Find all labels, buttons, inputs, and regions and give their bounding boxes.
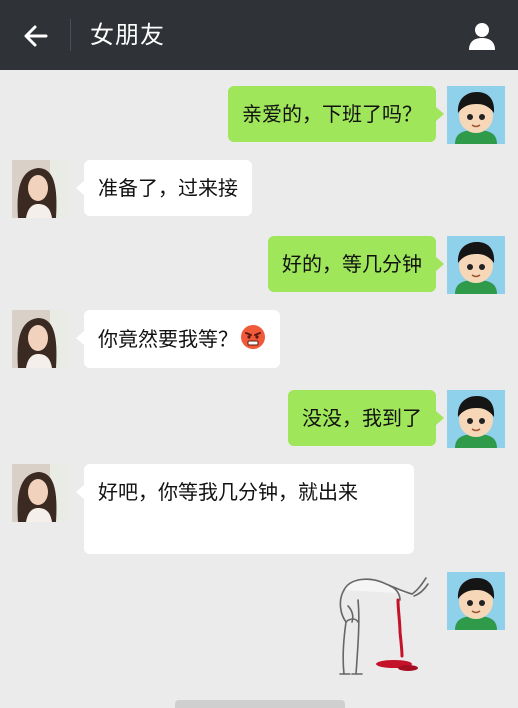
avatar-me[interactable] — [447, 86, 505, 144]
person-icon — [469, 23, 495, 50]
message-text: 亲爱的，下班了吗？ — [242, 102, 422, 126]
scroll-indicator[interactable] — [175, 700, 345, 708]
avatar-me[interactable] — [447, 236, 505, 294]
message-text: 好的，等几分钟 — [282, 252, 422, 276]
avatar-me[interactable] — [447, 390, 505, 448]
message-bubble-outgoing[interactable]: 没没，我到了 — [288, 390, 444, 446]
boy-avatar-icon — [447, 236, 505, 294]
message-bubble-incoming[interactable]: 好吧，你等我几分钟，就出来 — [76, 464, 414, 554]
boy-avatar-icon — [447, 86, 505, 144]
avatar-her[interactable] — [12, 310, 70, 368]
message-bubble-outgoing[interactable]: 好的，等几分钟 — [268, 236, 444, 292]
girl-photo-avatar — [12, 464, 70, 522]
message-text: 没没，我到了 — [302, 406, 422, 430]
avatar-me[interactable] — [447, 572, 505, 630]
avatar-her[interactable] — [12, 464, 70, 522]
arrow-left-icon — [24, 25, 48, 47]
boy-avatar-icon — [447, 572, 505, 630]
girl-photo-avatar — [12, 160, 70, 218]
girl-photo-avatar — [12, 310, 70, 368]
boy-avatar-icon — [447, 390, 505, 448]
message-text: 准备了，过来接 — [98, 176, 238, 200]
chat-header: 女朋友 — [0, 0, 518, 70]
chat-title: 女朋友 — [90, 21, 165, 49]
message-bubble-outgoing[interactable]: 亲爱的，下班了吗？ — [228, 86, 444, 142]
vomiting-blood-sticker[interactable] — [330, 570, 430, 682]
message-text: 你竟然要我等？ — [98, 327, 238, 351]
message-text: 好吧，你等我几分钟，就出来 — [98, 480, 358, 504]
header-divider — [70, 19, 71, 51]
angry-face-icon — [240, 324, 266, 357]
message-bubble-incoming[interactable]: 准备了，过来接 — [76, 160, 252, 216]
avatar-her[interactable] — [12, 160, 70, 218]
message-bubble-incoming[interactable]: 你竟然要我等？ — [76, 310, 280, 368]
profile-button[interactable] — [464, 18, 500, 54]
back-button[interactable] — [18, 18, 54, 54]
